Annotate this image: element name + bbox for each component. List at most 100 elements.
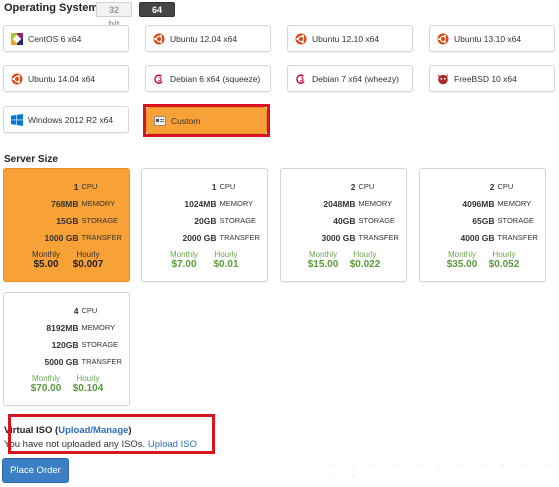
windows-icon — [10, 113, 23, 126]
plan-card-2048mb[interactable]: 2 CPU 2048MB MEMORY 40GB STORAGE 3000 GB TRA… — [280, 168, 407, 282]
freebsd-icon — [436, 72, 449, 85]
ubuntu-icon — [294, 32, 307, 45]
cpu-unit: CPU — [81, 306, 98, 315]
transfer-unit: TRANSFER — [81, 357, 122, 366]
plan-memory: 4096MB — [462, 199, 495, 209]
memory-unit: MEMORY — [81, 199, 116, 208]
monthly-price: $35.00 — [446, 259, 478, 270]
plan-memory: 1024MB — [184, 199, 217, 209]
plan-cpu: 4 — [73, 306, 79, 316]
os-option-label: Ubuntu 12.10 x64 — [312, 33, 380, 44]
monthly-label: Monthly — [31, 250, 60, 259]
os-section-title: Operating System — [4, 2, 99, 14]
hourly-price: $0.007 — [72, 259, 104, 270]
transfer-unit: TRANSFER — [219, 233, 260, 242]
plan-cpu: 2 — [489, 182, 495, 192]
monthly-label: Monthly — [169, 250, 198, 259]
plan-memory: 768MB — [51, 199, 79, 209]
cpu-unit: CPU — [81, 182, 98, 191]
plan-transfer: 5000 GB — [44, 357, 79, 367]
plan-transfer: 2000 GB — [182, 233, 217, 243]
plan-storage: 120GB — [51, 340, 79, 350]
os-option-label: Ubuntu 14.04 x64 — [28, 73, 96, 84]
centos-icon — [10, 32, 23, 45]
storage-unit: STORAGE — [497, 216, 535, 225]
os-option-label: Windows 2012 R2 x64 — [28, 114, 114, 125]
monthly-label: Monthly — [308, 250, 337, 259]
storage-unit: STORAGE — [81, 216, 119, 225]
os-option-debian-7[interactable]: Debian 7 x64 (wheezy) — [287, 65, 413, 92]
plan-cpu: 1 — [73, 182, 79, 192]
plan-memory: 2048MB — [323, 199, 356, 209]
cpu-unit: CPU — [497, 182, 514, 191]
plan-cpu: 2 — [350, 182, 356, 192]
debian-icon — [294, 72, 307, 85]
custom-highlight-box — [143, 104, 270, 137]
debian-icon — [152, 72, 165, 85]
cpu-unit: CPU — [219, 182, 236, 191]
plan-memory: 8192MB — [46, 323, 79, 333]
plan-storage: 40GB — [333, 216, 356, 226]
plan-transfer: 1000 GB — [44, 233, 79, 243]
server-size-title: Server Size — [4, 154, 58, 165]
os-option-freebsd-10[interactable]: FreeBSD 10 x64 — [429, 65, 555, 92]
os-option-label: Ubuntu 13.10 x64 — [454, 33, 522, 44]
plan-storage: 65GB — [472, 216, 495, 226]
hourly-label: Hourly — [76, 374, 100, 383]
monthly-price: $7.00 — [171, 259, 197, 270]
storage-unit: STORAGE — [219, 216, 257, 225]
monthly-price: $5.00 — [33, 259, 59, 270]
os-option-ubuntu-1404[interactable]: Ubuntu 14.04 x64 — [3, 65, 129, 92]
os-option-label: Debian 6 x64 (squeeze) — [170, 73, 261, 84]
plan-card-1024mb[interactable]: 1 CPU 1024MB MEMORY 20GB STORAGE 2000 GB TRA… — [141, 168, 268, 282]
plan-transfer: 4000 GB — [460, 233, 495, 243]
os-option-debian-6[interactable]: Debian 6 x64 (squeeze) — [145, 65, 271, 92]
monthly-price: $15.00 — [307, 259, 339, 270]
os-option-centos-6[interactable]: CentOS 6 x64 — [3, 25, 129, 52]
place-order-button[interactable]: Place Order — [2, 458, 69, 483]
hourly-label: Hourly — [353, 250, 377, 259]
os-option-windows-2012[interactable]: Windows 2012 R2 x64 — [3, 106, 129, 133]
os-option-label: Ubuntu 12.04 x64 — [170, 33, 238, 44]
os-option-ubuntu-1204[interactable]: Ubuntu 12.04 x64 — [145, 25, 271, 52]
hourly-label: Hourly — [76, 250, 100, 259]
monthly-price: $70.00 — [30, 383, 62, 394]
hourly-price: $0.022 — [349, 259, 381, 270]
transfer-unit: TRANSFER — [358, 233, 399, 242]
os-option-label: FreeBSD 10 x64 — [454, 73, 517, 84]
memory-unit: MEMORY — [219, 199, 254, 208]
plan-card-8192mb[interactable]: 4 CPU 8192MB MEMORY 120GB STORAGE 5000 GB TR… — [3, 292, 130, 406]
storage-unit: STORAGE — [81, 340, 119, 349]
ubuntu-icon — [10, 72, 23, 85]
os-option-ubuntu-1210[interactable]: Ubuntu 12.10 x64 — [287, 25, 413, 52]
memory-unit: MEMORY — [81, 323, 116, 332]
os-option-label: CentOS 6 x64 — [28, 33, 82, 44]
os-option-ubuntu-1310[interactable]: Ubuntu 13.10 x64 — [429, 25, 555, 52]
plan-card-768mb[interactable]: 1 CPU 768MB MEMORY 15GB STORAGE 1000 GB TRAN… — [3, 168, 130, 282]
ubuntu-icon — [436, 32, 449, 45]
plan-storage: 20GB — [194, 216, 217, 226]
bit-64-toggle[interactable]: 64 bit — [139, 2, 175, 29]
virtual-iso-highlight-box — [8, 414, 215, 454]
ubuntu-icon — [152, 32, 165, 45]
os-option-label: Debian 7 x64 (wheezy) — [312, 73, 399, 84]
hourly-label: Hourly — [492, 250, 516, 259]
plan-cpu: 1 — [211, 182, 217, 192]
plan-storage: 15GB — [56, 216, 79, 226]
cpu-unit: CPU — [358, 182, 375, 191]
bit-32-toggle[interactable]: 32 bit — [96, 2, 132, 29]
hourly-price: $0.052 — [488, 259, 520, 270]
storage-unit: STORAGE — [358, 216, 396, 225]
plan-transfer: 3000 GB — [321, 233, 356, 243]
hourly-label: Hourly — [214, 250, 238, 259]
hourly-price: $0.104 — [72, 383, 104, 394]
transfer-unit: TRANSFER — [81, 233, 122, 242]
hourly-price: $0.01 — [213, 259, 239, 270]
memory-unit: MEMORY — [358, 199, 393, 208]
monthly-label: Monthly — [447, 250, 476, 259]
decorative-dots: · · · · · · · · · · · · · — [330, 460, 556, 480]
plan-card-4096mb[interactable]: 2 CPU 4096MB MEMORY 65GB STORAGE 4000 GB TRA… — [419, 168, 546, 282]
memory-unit: MEMORY — [497, 199, 532, 208]
monthly-label: Monthly — [31, 374, 60, 383]
transfer-unit: TRANSFER — [497, 233, 538, 242]
